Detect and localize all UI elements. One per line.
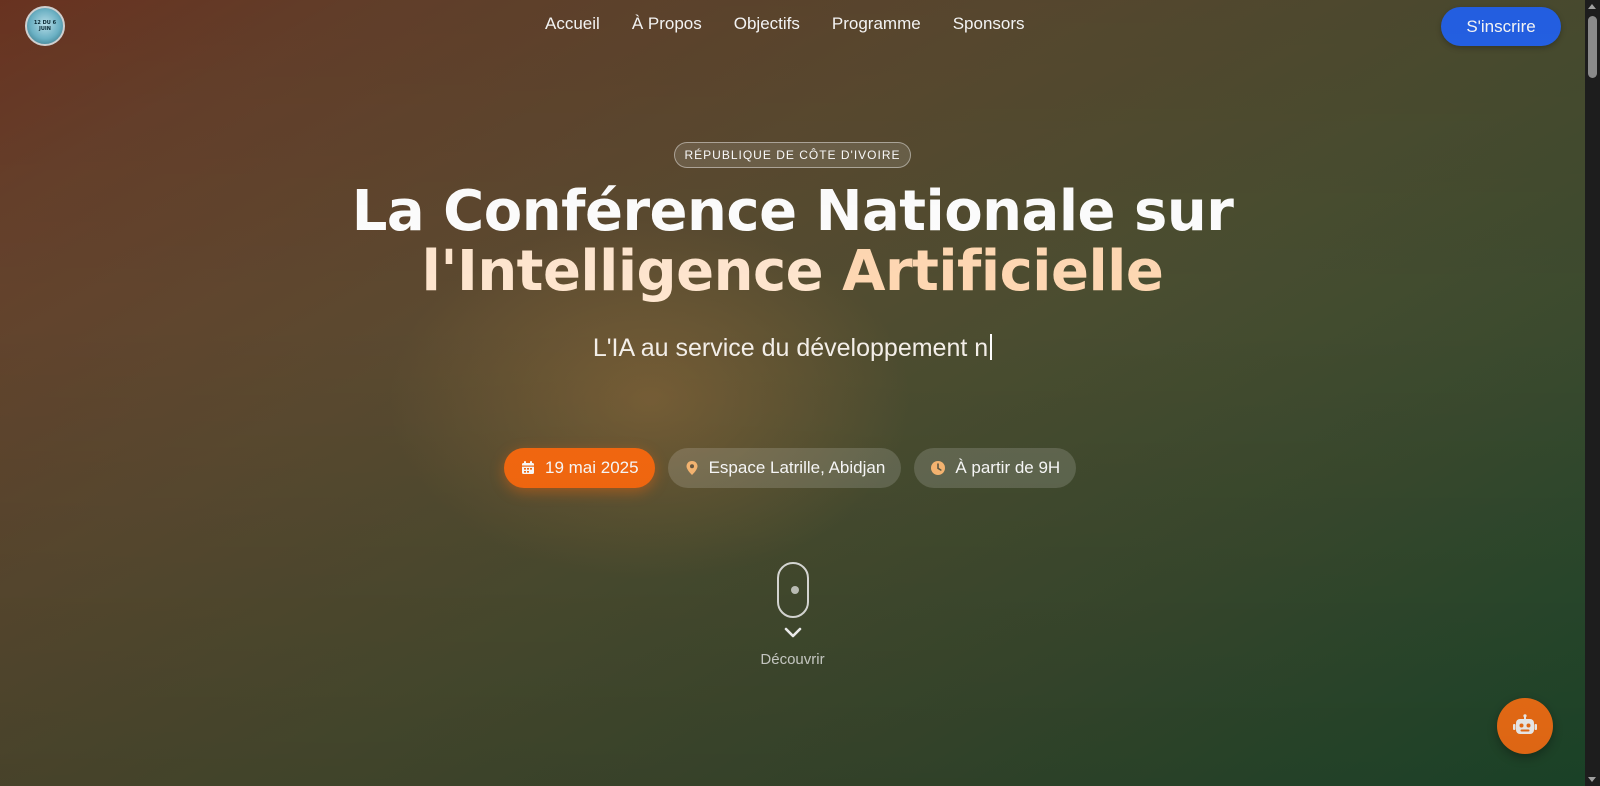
scroll-wheel-dot	[791, 586, 799, 594]
register-button[interactable]: S'inscrire	[1441, 7, 1561, 46]
scroll-down-arrow-icon[interactable]	[1588, 777, 1596, 782]
country-badge: RÉPUBLIQUE DE CÔTE D'IVOIRE	[674, 142, 911, 168]
page-scrollbar[interactable]	[1585, 0, 1600, 786]
title-line-1: La Conférence Nationale sur	[351, 179, 1234, 244]
location-chip: Espace Latrille, Abidjan	[667, 448, 902, 488]
event-logo[interactable]: 12 DU 6 JUIN	[25, 6, 65, 46]
chevron-down-icon[interactable]	[783, 626, 803, 640]
date-chip: 19 mai 2025	[504, 448, 655, 488]
event-info-chips: 19 mai 2025 Espace Latrille, Abidjan À p…	[504, 448, 1077, 488]
logo-text: 12 DU 6 JUIN	[33, 20, 57, 32]
page-title: La Conférence Nationale sur l'Intelligen…	[0, 182, 1585, 302]
calendar-icon	[522, 461, 534, 474]
scroll-up-arrow-icon[interactable]	[1588, 4, 1596, 9]
subtitle-typing: L'IA au service du développement n	[0, 334, 1585, 363]
nav-link-objectifs[interactable]: Objectifs	[734, 14, 800, 34]
hero-section: 12 DU 6 JUIN Accueil À Propos Objectifs …	[0, 0, 1585, 786]
discover-link[interactable]: Découvrir	[0, 651, 1585, 668]
scroll-mouse-icon[interactable]	[777, 562, 809, 618]
main-nav: Accueil À Propos Objectifs Programme Spo…	[545, 14, 1025, 34]
title-line-2-part-b: Artificielle	[842, 239, 1164, 304]
scroll-thumb[interactable]	[1588, 16, 1597, 78]
clock-icon	[931, 461, 946, 475]
location-text: Espace Latrille, Abidjan	[708, 458, 886, 477]
time-chip: À partir de 9H	[914, 448, 1077, 488]
subtitle-text: L'IA au service du développement n	[592, 334, 989, 362]
map-pin-icon	[686, 461, 698, 475]
nav-link-programme[interactable]: Programme	[832, 14, 921, 34]
chatbot-button[interactable]	[1497, 698, 1553, 754]
time-text: À partir de 9H	[955, 458, 1061, 477]
title-line-2-part-a: l'Intelligence	[421, 239, 843, 304]
robot-icon	[1513, 714, 1537, 734]
nav-link-a-propos[interactable]: À Propos	[632, 14, 702, 34]
typing-caret	[990, 334, 993, 360]
nav-link-sponsors[interactable]: Sponsors	[953, 14, 1025, 34]
date-text: 19 mai 2025	[545, 458, 639, 477]
nav-link-accueil[interactable]: Accueil	[545, 14, 600, 34]
title-line-2: l'Intelligence Artificielle	[0, 242, 1585, 302]
